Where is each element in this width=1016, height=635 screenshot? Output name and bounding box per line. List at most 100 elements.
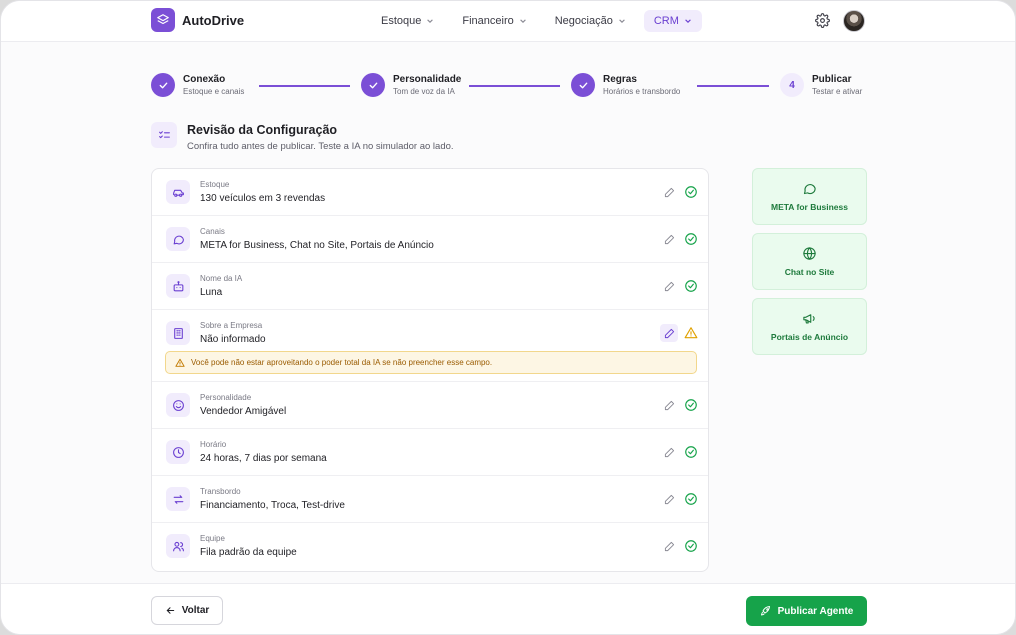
step-personalidade[interactable]: Personalidade Tom de voz da IA — [361, 73, 461, 97]
step-title: Publicar — [812, 73, 852, 85]
brand-name: AutoDrive — [182, 12, 245, 28]
page-title: Revisão da Configuração — [187, 123, 338, 137]
pencil-icon — [664, 328, 674, 338]
back-button[interactable]: Voltar — [151, 596, 223, 625]
app-window: AutoDrive Estoque Financeiro Negociação … — [0, 0, 1016, 635]
chevron-down-icon — [685, 19, 691, 23]
checklist-icon — [151, 122, 177, 148]
pencil-icon — [664, 281, 674, 291]
row-label: Equipe — [200, 534, 225, 543]
edit-button[interactable] — [660, 443, 678, 461]
step-publicar[interactable]: 4 Publicar Testar e ativar — [780, 73, 862, 97]
check-circle-icon — [685, 540, 697, 552]
edit-button[interactable] — [660, 537, 678, 555]
row-label: Estoque — [200, 180, 230, 189]
config-row-canais: Canais META for Business, Chat no Site, … — [152, 216, 708, 263]
arrow-left-icon — [166, 607, 174, 614]
row-label: Transbordo — [200, 487, 241, 496]
row-value: 24 horas, 7 dias por semana — [200, 453, 327, 464]
publish-agent-button[interactable]: Publicar Agente — [746, 596, 867, 626]
row-label: Sobre a Empresa — [200, 321, 263, 330]
warning-text: Você pode não estar aproveitando o poder… — [191, 358, 493, 367]
warning-banner: Você pode não estar aproveitando o poder… — [165, 351, 697, 374]
row-value: Fila padrão da equipe — [200, 547, 297, 558]
config-row-horario: Horário 24 horas, 7 dias por semana — [152, 429, 708, 476]
step-connector — [259, 85, 350, 87]
pencil-icon — [664, 234, 674, 244]
menu-item-estoque[interactable]: Estoque — [371, 10, 444, 32]
warning-triangle-icon — [175, 358, 185, 367]
config-row-nome-ia: Nome da IA Luna — [152, 263, 708, 310]
check-circle-icon — [685, 493, 697, 505]
wizard-stepper: Conexão Estoque e canais Personalidade T… — [151, 73, 867, 101]
row-label: Canais — [200, 227, 225, 236]
pencil-icon — [664, 400, 674, 410]
row-value: Não informado — [200, 334, 266, 345]
config-row-estoque: Estoque 130 veículos em 3 revendas — [152, 169, 708, 216]
review-header: Revisão da Configuração Confira tudo ant… — [151, 122, 454, 154]
edit-button[interactable] — [660, 277, 678, 295]
pencil-icon — [664, 447, 674, 457]
megaphone-icon — [803, 314, 815, 324]
channel-tile-meta[interactable]: META for Business — [752, 168, 867, 225]
step-subtitle: Horários e transbordo — [603, 86, 681, 96]
smile-icon — [166, 393, 190, 417]
building-icon — [166, 321, 190, 345]
check-circle-icon — [685, 233, 697, 245]
check-icon — [151, 73, 175, 97]
check-circle-icon — [685, 280, 697, 292]
config-row-equipe: Equipe Fila padrão da equipe — [152, 523, 708, 570]
row-value: Financiamento, Troca, Test-drive — [200, 500, 345, 511]
row-value: Luna — [200, 287, 223, 298]
step-subtitle: Estoque e canais — [183, 86, 245, 96]
layers-logo-icon — [151, 8, 175, 32]
footer-bar: Voltar Publicar Agente — [1, 583, 1015, 634]
step-connector — [469, 85, 560, 87]
config-row-transbordo: Transbordo Financiamento, Troca, Test-dr… — [152, 476, 708, 523]
row-value: Vendedor Amigável — [200, 406, 287, 417]
edit-button[interactable] — [660, 324, 678, 342]
edit-button[interactable] — [660, 183, 678, 201]
clock-icon — [166, 440, 190, 464]
step-conexao[interactable]: Conexão Estoque e canais — [151, 73, 244, 97]
edit-button[interactable] — [660, 490, 678, 508]
channel-tile-chat-site[interactable]: Chat no Site — [752, 233, 867, 290]
check-icon — [361, 73, 385, 97]
team-icon — [166, 534, 190, 558]
row-label: Horário — [200, 440, 227, 449]
menu-item-label: CRM — [653, 15, 679, 27]
chat-bubble-icon — [166, 227, 190, 251]
menu-item-negociacao[interactable]: Negociação — [545, 10, 636, 32]
edit-button[interactable] — [660, 230, 678, 248]
check-circle-icon — [685, 186, 697, 198]
chevron-down-icon — [427, 19, 434, 23]
avatar[interactable] — [843, 10, 865, 32]
check-circle-icon — [685, 446, 697, 458]
rocket-icon — [760, 606, 770, 616]
warning-triangle-icon — [684, 327, 698, 339]
step-regras[interactable]: Regras Horários e transbordo — [571, 73, 680, 97]
top-navbar: AutoDrive Estoque Financeiro Negociação … — [1, 1, 1015, 42]
check-circle-icon — [685, 399, 697, 411]
pencil-icon — [664, 187, 674, 197]
menu-item-financeiro[interactable]: Financeiro — [452, 10, 536, 32]
chevron-down-icon — [519, 19, 526, 23]
brand[interactable]: AutoDrive — [151, 8, 244, 32]
gear-icon[interactable] — [815, 13, 830, 28]
pencil-icon — [664, 494, 674, 504]
channel-label: META for Business — [771, 202, 848, 212]
edit-button[interactable] — [660, 396, 678, 414]
page-subtitle: Confira tudo antes de publicar. Teste a … — [187, 141, 454, 152]
config-row-sobre-empresa: Sobre a Empresa Não informado Você pode … — [152, 310, 708, 382]
channel-label: Chat no Site — [784, 267, 835, 277]
channel-tile-portais[interactable]: Portais de Anúncio — [752, 298, 867, 355]
step-connector — [697, 85, 769, 87]
car-icon — [166, 180, 190, 204]
step-subtitle: Testar e ativar — [812, 86, 863, 96]
step-title: Regras — [603, 73, 637, 85]
main-menu: Estoque Financeiro Negociação CRM — [371, 10, 702, 32]
row-label: Personalidade — [200, 393, 252, 402]
menu-item-crm[interactable]: CRM — [643, 10, 702, 32]
menu-item-label: Estoque — [381, 15, 422, 27]
step-title: Personalidade — [393, 73, 462, 85]
